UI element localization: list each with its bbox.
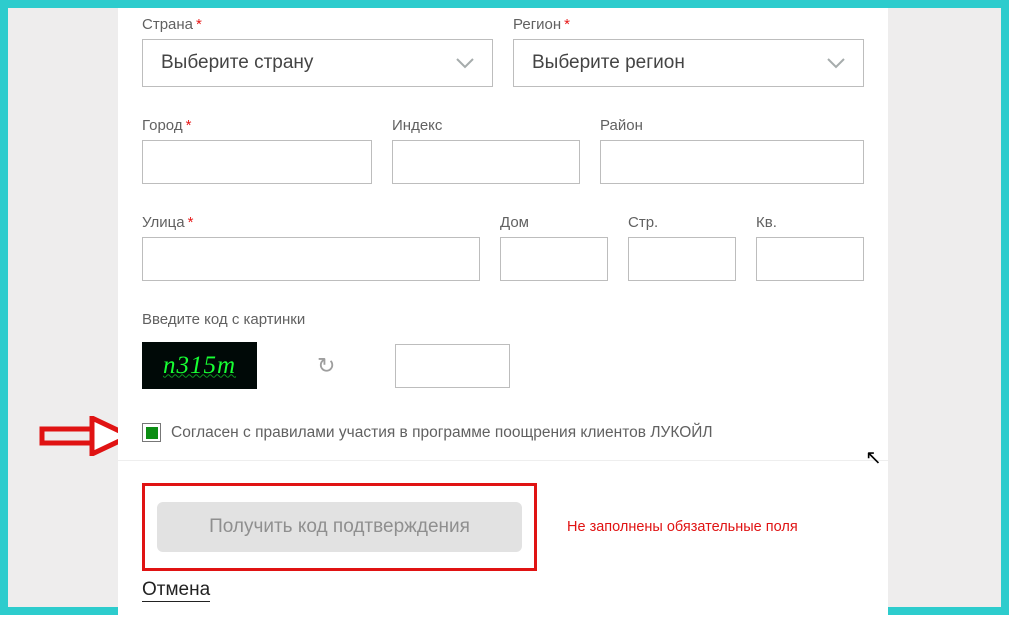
apt-input[interactable] bbox=[756, 237, 864, 281]
apt-label: Кв. bbox=[756, 214, 864, 231]
country-label: Страна* bbox=[142, 16, 493, 33]
house-label: Дом bbox=[500, 214, 608, 231]
region-label: Регион* bbox=[513, 16, 864, 33]
building-label: Стр. bbox=[628, 214, 736, 231]
captcha-input[interactable] bbox=[395, 344, 510, 388]
error-message: Не заполнены обязательные поля bbox=[567, 519, 798, 535]
index-label: Индекс bbox=[392, 117, 580, 134]
captcha-label: Введите код с картинки bbox=[142, 311, 864, 328]
city-input[interactable] bbox=[142, 140, 372, 184]
checkbox-checked-icon bbox=[146, 427, 158, 439]
index-input[interactable] bbox=[392, 140, 580, 184]
registration-form: Страна* Выберите страну Регион* Выберите… bbox=[118, 8, 888, 618]
submit-button[interactable]: Получить код подтверждения bbox=[157, 502, 522, 552]
district-label: Район bbox=[600, 117, 864, 134]
submit-highlight-box: Получить код подтверждения bbox=[142, 483, 537, 571]
captcha-image: n315m bbox=[142, 342, 257, 389]
country-select-value: Выберите страну bbox=[161, 52, 313, 74]
agree-checkbox[interactable] bbox=[142, 423, 161, 442]
district-input[interactable] bbox=[600, 140, 864, 184]
cancel-link[interactable]: Отмена bbox=[142, 579, 210, 602]
building-input[interactable] bbox=[628, 237, 736, 281]
house-input[interactable] bbox=[500, 237, 608, 281]
street-label: Улица* bbox=[142, 214, 480, 231]
region-select[interactable]: Выберите регион bbox=[513, 39, 864, 87]
agree-label: Согласен с правилами участия в программе… bbox=[171, 424, 713, 442]
chevron-down-icon bbox=[827, 57, 845, 69]
refresh-captcha-icon[interactable]: ↻ bbox=[317, 353, 335, 379]
country-select[interactable]: Выберите страну bbox=[142, 39, 493, 87]
chevron-down-icon bbox=[456, 57, 474, 69]
street-input[interactable] bbox=[142, 237, 480, 281]
city-label: Город* bbox=[142, 117, 372, 134]
region-select-value: Выберите регион bbox=[532, 52, 685, 74]
divider bbox=[118, 460, 888, 461]
